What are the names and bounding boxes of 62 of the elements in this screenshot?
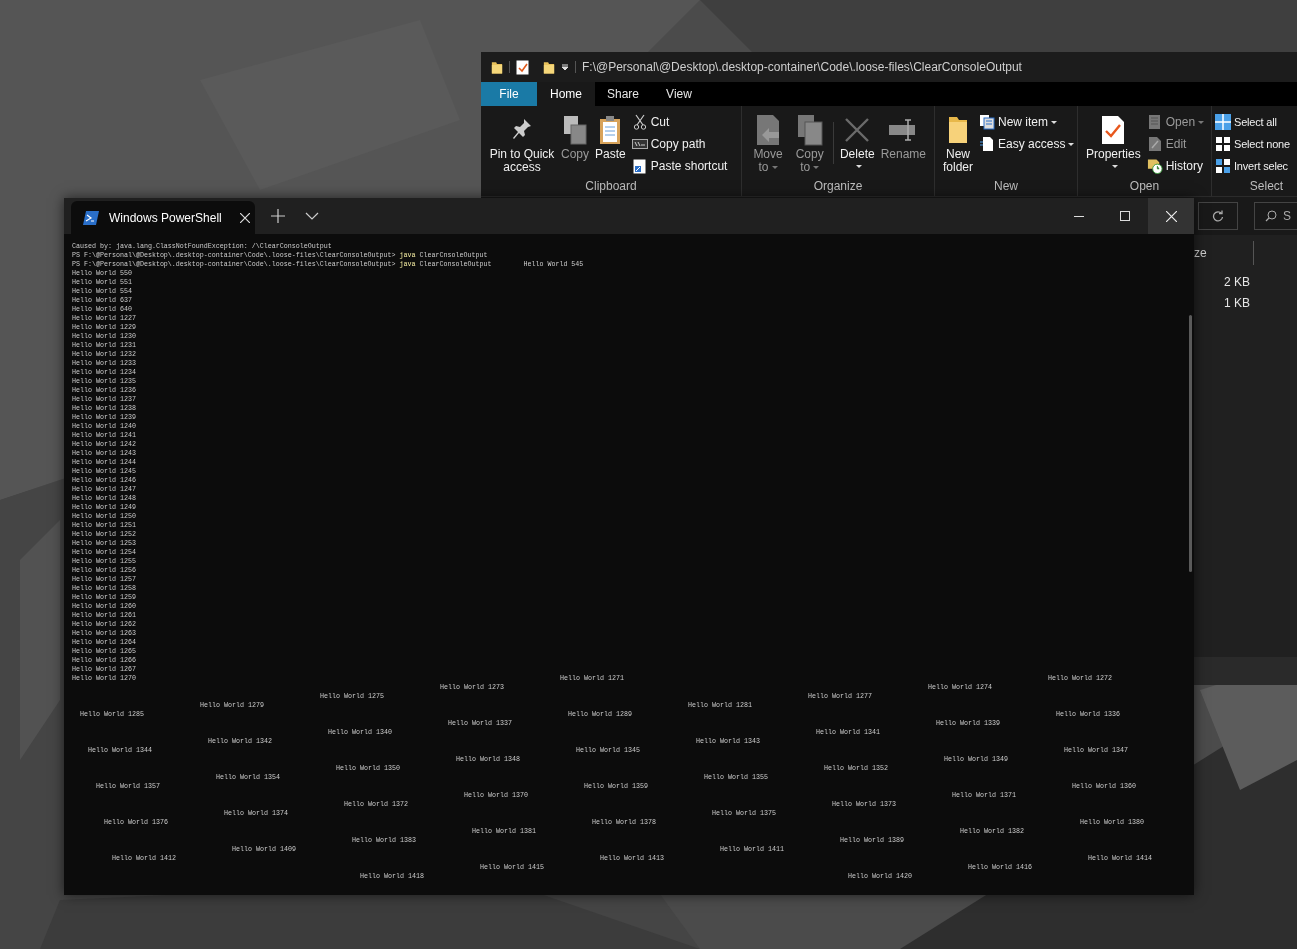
select-none-icon [1215, 136, 1231, 152]
group-label: Organize [812, 178, 864, 195]
copy-to-icon [796, 114, 823, 146]
ribbon-tab[interactable]: File [481, 82, 537, 106]
open-icon [1148, 114, 1162, 130]
refresh-icon [1212, 210, 1224, 222]
search-icon [1265, 210, 1277, 222]
chevron-down-icon[interactable] [305, 212, 319, 220]
select-all-icon [1215, 114, 1231, 130]
scrollbar[interactable] [1189, 315, 1192, 572]
history-icon [1146, 157, 1163, 175]
ribbon-button[interactable]: Pin to Quick access [487, 112, 557, 174]
file-size: 2 KB [1224, 273, 1250, 291]
copy-icon [563, 115, 587, 145]
group-label: Select [1248, 178, 1285, 195]
maximize-icon [1120, 211, 1130, 221]
close-icon [1165, 210, 1177, 222]
ribbon-tab[interactable]: View [651, 82, 707, 106]
move-icon [755, 114, 782, 146]
ribbon-button[interactable]: Invert selec [1215, 156, 1290, 176]
ribbon-button[interactable]: Properties [1084, 112, 1143, 168]
ribbon-button[interactable]: Cut [631, 112, 728, 132]
search-field[interactable]: S [1254, 202, 1297, 230]
file-size: 1 KB [1224, 294, 1250, 312]
properties-icon [1101, 115, 1126, 145]
plus-icon[interactable] [271, 209, 285, 223]
scissors-icon [632, 114, 647, 130]
ribbon-button[interactable]: Copy path [631, 134, 728, 154]
ribbon-button[interactable]: Select none [1215, 134, 1290, 154]
clipboard-icon [599, 115, 622, 145]
minimize-icon [1074, 215, 1084, 217]
refresh-button[interactable] [1198, 202, 1238, 230]
ribbon-button[interactable]: Select all [1215, 112, 1290, 132]
close-icon[interactable] [239, 212, 250, 223]
edit-icon [1147, 136, 1162, 152]
dropdown-icon[interactable] [561, 63, 569, 71]
ribbon-button[interactable]: New folder [941, 112, 975, 174]
folder-icon [543, 59, 555, 75]
ribbon-button[interactable]: Delete [837, 112, 877, 168]
powershell-icon [83, 210, 99, 225]
column-header[interactable]: ze [1194, 244, 1253, 262]
invert-selection-icon [1215, 158, 1231, 174]
delete-icon [844, 117, 871, 143]
new-item-icon [979, 114, 995, 130]
group-label: Clipboard [584, 178, 638, 195]
terminal-tab[interactable]: Windows PowerShell [71, 201, 255, 234]
window-title: F:\@Personal\@Desktop\.desktop-container\Code\.loose-files\ClearConsoleOutput [582, 59, 1022, 76]
ribbon-tab[interactable]: Home [537, 82, 595, 106]
checklist-icon[interactable] [516, 59, 529, 75]
folder-icon [947, 115, 969, 145]
group-label: New [993, 178, 1019, 195]
ribbon-button[interactable]: Paste [593, 112, 628, 161]
ribbon-button[interactable]: Easy access [979, 134, 1075, 154]
shortcut-icon [633, 158, 647, 174]
folder-icon [491, 59, 503, 75]
ribbon-button[interactable]: New item [979, 112, 1075, 132]
ribbon-button[interactable]: History [1146, 156, 1205, 176]
path-icon [631, 139, 648, 149]
ribbon-button[interactable]: Paste shortcut [631, 156, 728, 176]
ribbon-tab[interactable]: Share [595, 82, 651, 106]
document-icon [980, 136, 994, 152]
group-label: Open [1128, 178, 1161, 195]
